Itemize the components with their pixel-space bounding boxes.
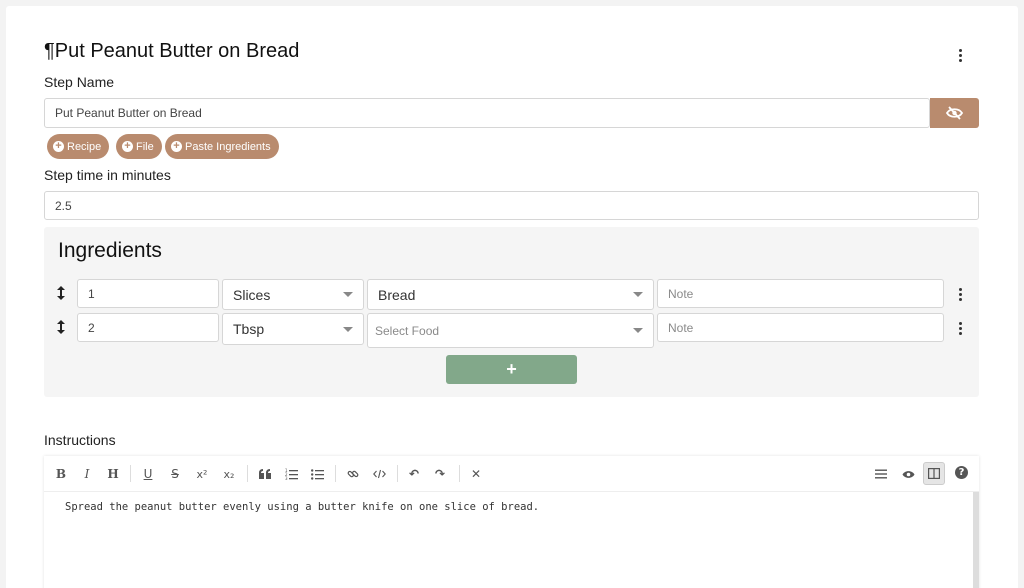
editor-scrollbar[interactable] (973, 492, 979, 588)
step-name-label: Step Name (44, 74, 115, 90)
ingredient-menu-icon[interactable] (954, 322, 966, 335)
ingredient-note-input[interactable]: Note (657, 313, 944, 342)
strikethrough-button[interactable]: S (167, 465, 183, 483)
ingredient-menu-icon[interactable] (954, 288, 966, 301)
code-icon (372, 469, 386, 479)
clear-formatting-button[interactable]: ✕ (468, 465, 484, 483)
unit-value: Slices (233, 286, 271, 303)
code-button[interactable] (371, 465, 387, 483)
toolbar-divider (247, 465, 248, 482)
ingredient-unit-select[interactable]: Slices (222, 279, 364, 310)
instructions-text[interactable]: Spread the peanut butter evenly using a … (65, 501, 539, 513)
toolbar-divider (397, 465, 398, 482)
side-by-side-button[interactable] (873, 465, 889, 483)
ordered-list-button[interactable]: 123 (283, 465, 299, 483)
subscript-button[interactable]: x₂ (221, 465, 237, 483)
food-value: Bread (378, 286, 416, 303)
chevron-down-icon (343, 292, 353, 297)
plus-circle-icon: + (122, 141, 133, 152)
editor-toolbar: B I H U S x² x₂ 123 ↶ ↷ ✕ ? (44, 456, 979, 492)
unordered-list-button[interactable] (309, 465, 325, 483)
step-time-input[interactable]: 2.5 (44, 191, 979, 220)
ingredient-amount-input[interactable]: 1 (77, 279, 219, 308)
columns-icon (928, 468, 940, 479)
ingredient-note-input[interactable]: Note (657, 279, 944, 308)
toggle-name-visibility-button[interactable] (930, 98, 979, 128)
eye-icon (902, 470, 914, 478)
instructions-label: Instructions (44, 432, 116, 448)
ingredient-food-select[interactable]: Bread (367, 279, 654, 310)
toolbar-divider (335, 465, 336, 482)
columns-button[interactable] (923, 462, 945, 485)
step-time-label: Step time in minutes (44, 167, 171, 183)
paste-ingredients-button[interactable]: + Paste Ingredients (165, 134, 279, 159)
toolbar-divider (459, 465, 460, 482)
add-file-label: File (136, 140, 154, 153)
align-justify-icon (875, 469, 887, 479)
ingredient-food-select[interactable]: Select Food (367, 313, 654, 348)
unordered-list-icon (310, 468, 324, 480)
chevron-down-icon (633, 292, 643, 297)
ingredient-amount-input[interactable]: 2 (77, 313, 219, 342)
chevron-down-icon (343, 326, 353, 332)
drag-handle-icon[interactable] (56, 286, 66, 300)
add-recipe-label: Recipe (67, 140, 102, 153)
step-menu-icon[interactable] (954, 49, 966, 62)
add-ingredient-button[interactable]: + (446, 355, 577, 384)
chevron-down-icon (633, 328, 643, 333)
preview-button[interactable] (900, 465, 916, 483)
link-icon (347, 470, 359, 478)
italic-button[interactable]: I (79, 465, 95, 483)
ordered-list-icon: 123 (285, 468, 298, 480)
plus-circle-icon: + (53, 141, 64, 152)
drag-handle-icon[interactable] (56, 320, 66, 334)
instructions-editor[interactable]: B I H U S x² x₂ 123 ↶ ↷ ✕ ? Spread the p… (44, 456, 979, 588)
add-recipe-button[interactable]: + Recipe (47, 134, 110, 159)
food-placeholder: Select Food (375, 323, 440, 338)
eye-slash-icon (946, 106, 963, 120)
paste-ingredients-label: Paste Ingredients (185, 140, 271, 153)
help-button[interactable]: ? (955, 466, 968, 479)
plus-circle-icon: + (171, 141, 182, 152)
toolbar-divider (130, 465, 131, 482)
quote-button[interactable] (257, 465, 273, 483)
bold-button[interactable]: B (53, 465, 69, 483)
ingredients-title: Ingredients (58, 239, 162, 262)
quote-icon (259, 469, 271, 479)
heading-button[interactable]: H (105, 465, 121, 483)
redo-button[interactable]: ↷ (432, 465, 448, 483)
ingredient-unit-select[interactable]: Tbsp (222, 313, 364, 345)
unit-value: Tbsp (233, 321, 265, 337)
link-button[interactable] (345, 465, 361, 483)
step-title: ¶Put Peanut Butter on Bread (44, 40, 300, 62)
step-name-input[interactable]: Put Peanut Butter on Bread (44, 98, 930, 128)
svg-text:3: 3 (285, 476, 288, 480)
underline-button[interactable]: U (140, 465, 156, 483)
superscript-button[interactable]: x² (194, 465, 210, 483)
undo-button[interactable]: ↶ (406, 465, 422, 483)
add-file-button[interactable]: + File (116, 134, 162, 159)
